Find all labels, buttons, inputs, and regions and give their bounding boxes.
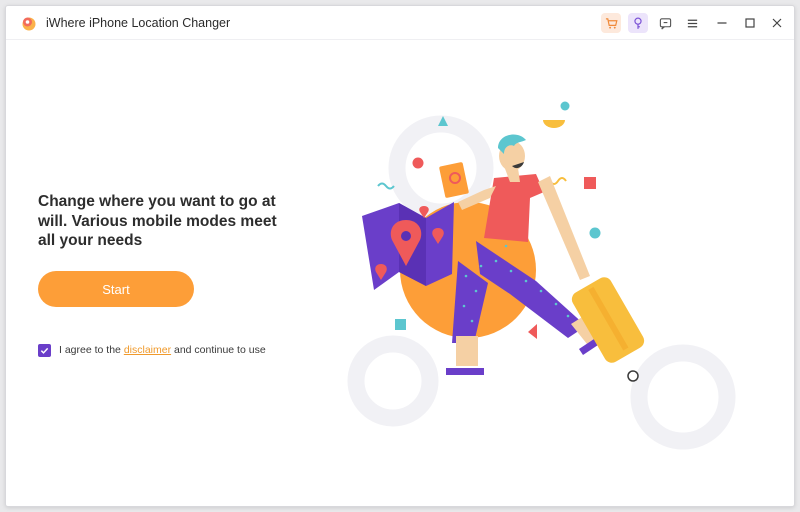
agree-checkbox[interactable] [38,343,51,357]
maximize-button[interactable] [740,13,760,33]
feedback-button[interactable] [655,13,675,33]
traveler-illustration [347,101,736,450]
disclaimer-link[interactable]: disclaimer [124,344,171,356]
agreement-prefix: I agree to the [59,344,121,356]
menu-icon [687,19,697,27]
maximize-icon [745,18,755,28]
key-icon [634,17,642,29]
cart-icon [605,17,618,29]
cart-button[interactable] [601,13,621,33]
feedback-icon [659,17,671,29]
app-logo-icon [22,17,36,31]
title-bar: iWhere iPhone Location Changer [6,6,794,40]
close-button[interactable] [767,13,787,33]
agreement-row: I agree to the disclaimer and continue t… [38,342,266,358]
close-icon [772,18,782,28]
register-button[interactable] [628,13,648,33]
checkmark-icon [40,347,49,354]
agreement-suffix: and continue to use [174,344,266,356]
app-window: iWhere iPhone Location Changer Change wh… [5,5,795,507]
menu-button[interactable] [682,13,702,33]
app-title: iWhere iPhone Location Changer [46,16,231,30]
agreement-text: I agree to the disclaimer and continue t… [59,344,266,356]
headline-text: Change where you want to go at will. Var… [38,193,277,249]
start-button[interactable]: Start [38,271,194,307]
minimize-icon [717,22,727,24]
minimize-button[interactable] [712,13,732,33]
